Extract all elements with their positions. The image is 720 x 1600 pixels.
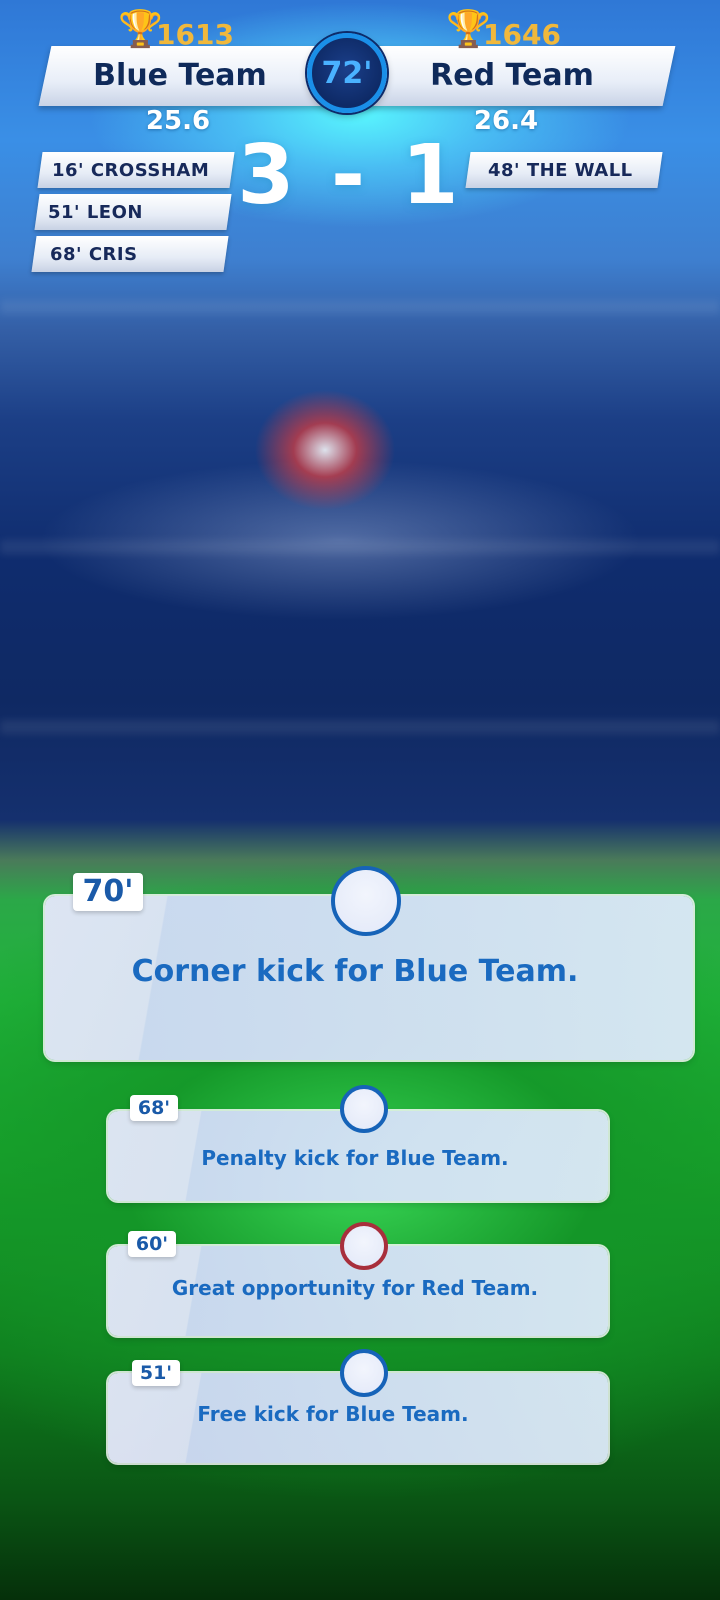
away-scorer: 48' THE WALL	[488, 160, 633, 181]
match-minute: 72'	[321, 55, 373, 91]
event-text: Great opportunity for Red Team.	[171, 1276, 539, 1300]
stadium-stand-row	[0, 540, 720, 554]
event-time: 60'	[128, 1231, 176, 1257]
home-scorer: 51' LEON	[48, 202, 143, 223]
home-scorer: 16' CROSSHAM	[52, 160, 210, 181]
away-trophy-points: 1646	[483, 18, 561, 51]
blue-team-event-icon	[340, 1349, 388, 1397]
red-team-event-icon	[340, 1222, 388, 1270]
stadium-stand-row	[0, 720, 720, 734]
event-text: Penalty kick for Blue Team.	[201, 1146, 509, 1170]
event-time: 70'	[73, 873, 143, 911]
home-trophy-points: 1613	[156, 18, 234, 51]
event-time: 68'	[130, 1095, 178, 1121]
home-team-name: Blue Team	[93, 58, 267, 93]
event-time: 51'	[132, 1360, 180, 1386]
home-team-rating: 25.6	[145, 106, 211, 136]
blue-team-event-icon	[340, 1085, 388, 1133]
match-timer: 72'	[307, 33, 387, 113]
home-scorer: 68' CRIS	[50, 244, 138, 265]
blue-team-event-icon	[331, 866, 401, 936]
stadium-stand-row	[0, 300, 720, 314]
away-team-name: Red Team	[430, 58, 594, 93]
event-text: Corner kick for Blue Team.	[131, 954, 579, 989]
match-score: 3 - 1	[237, 128, 463, 223]
event-text: Free kick for Blue Team.	[197, 1402, 469, 1426]
